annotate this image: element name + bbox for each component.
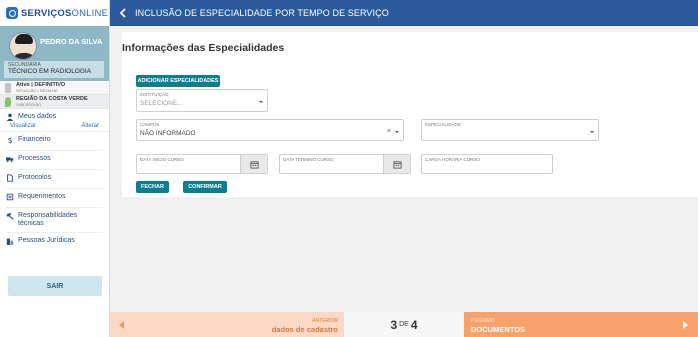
logout-button[interactable]: SAIR xyxy=(8,276,102,296)
page-title: INCLUSÃO DE ESPECIALIDADE POR TEMPO DE S… xyxy=(135,8,389,18)
user-name: PEDRO DA SILVA xyxy=(40,37,103,46)
role-value: TÉCNICO EM RADIOLOGIA xyxy=(8,68,92,75)
carga-horaria-field[interactable]: CARGA HORÁRIA CURSO xyxy=(421,154,553,174)
especialidade-select[interactable]: ESPECIALIDADE xyxy=(421,119,599,141)
logo-icon xyxy=(6,7,18,19)
sidebar-item-protocolos[interactable]: Protocolos xyxy=(6,170,103,189)
step-of-label: DE xyxy=(399,321,409,328)
next-step-small: PRÓXIMO xyxy=(471,318,495,324)
sidebar-menu: Meus dados Visualizar Alterar $ Financei… xyxy=(0,109,109,252)
chevron-down-icon xyxy=(395,131,399,133)
avatar xyxy=(9,32,37,60)
campus-value: NÃO INFORMADO xyxy=(140,130,196,137)
svg-text:$: $ xyxy=(8,136,13,144)
user-icon xyxy=(6,113,14,121)
arrow-left-icon xyxy=(119,321,124,329)
logo-primary-text: SERVIÇOS xyxy=(21,7,72,19)
app-logo[interactable]: SERVIÇOS ONLINE xyxy=(0,0,109,26)
region-row: REGIÃO DA COSTA VERDE SUB-REGIÃO xyxy=(0,95,109,109)
calendar-icon[interactable] xyxy=(383,155,410,173)
campus-label: CAMPUS xyxy=(140,122,160,127)
status-row: Ativo | DEFINITIVO SITUAÇÃO | DETALHE xyxy=(0,81,109,95)
calendar-icon[interactable] xyxy=(240,155,267,173)
status-sub: SITUAÇÃO | DETALHE xyxy=(16,88,58,93)
confirmar-button[interactable]: CONFIRMAR xyxy=(183,181,227,193)
region-sub: SUB-REGIÃO xyxy=(16,102,42,107)
current-step: 3 xyxy=(390,317,398,332)
arrow-right-icon xyxy=(683,321,688,329)
sidebar-item-processos[interactable]: Processos xyxy=(6,151,103,170)
sidebar-item-label: Pessoas Jurídicas xyxy=(18,237,75,244)
building-icon xyxy=(6,238,14,245)
campus-select[interactable]: CAMPUS NÃO INFORMADO × xyxy=(136,119,404,141)
form-icon xyxy=(6,193,14,201)
previous-step-small: ANTERIOR xyxy=(312,318,338,324)
logo-secondary-text: ONLINE xyxy=(71,7,109,19)
data-inicio-field[interactable]: DATA INÍCIO CURSO xyxy=(136,154,268,174)
app-root: SERVIÇOS ONLINE PEDRO DA SILVA SECUNDÁRIA… xyxy=(0,0,698,337)
chevron-down-icon xyxy=(259,101,263,103)
sidebar-item-label: Meus dados xyxy=(18,113,57,120)
chevron-down-icon xyxy=(590,131,594,133)
sidebar-item-responsabilidades[interactable]: Responsabilidades técnicas xyxy=(6,208,103,233)
data-termino-field[interactable]: DATA TÉRMINO CURSO xyxy=(279,154,411,174)
user-profile-card: PEDRO DA SILVA SECUNDÁRIA TÉCNICO EM RAD… xyxy=(0,26,109,81)
close-icon[interactable]: × xyxy=(387,128,391,135)
dollar-icon: $ xyxy=(8,136,13,144)
especialidade-label: ESPECIALIDADE xyxy=(425,122,461,127)
sidebar-item-label: Financeiro xyxy=(18,136,51,143)
sidebar-item-label: Processos xyxy=(18,155,51,162)
chevron-left-icon[interactable] xyxy=(118,8,128,18)
file-icon xyxy=(7,174,13,182)
sidebar-item-label: Responsabilidades técnicas xyxy=(18,212,78,227)
gavel-icon xyxy=(6,212,14,220)
status-main: Ativo | DEFINITIVO xyxy=(16,82,66,88)
total-steps: 4 xyxy=(410,317,418,332)
role-box: SECUNDÁRIA TÉCNICO EM RADIOLOGIA xyxy=(4,61,104,78)
data-termino-label: DATA TÉRMINO CURSO xyxy=(283,157,334,162)
region-main: REGIÃO DA COSTA VERDE xyxy=(16,96,88,102)
add-especialidades-button[interactable]: ADICIONAR ESPECIALIDADES xyxy=(136,75,220,87)
sidebar-item-label: Protocolos xyxy=(18,174,52,181)
section-title: Informações das Especialidades xyxy=(122,42,285,54)
previous-step-label: dados de cadastro xyxy=(271,325,338,334)
step-indicator: 3 DE 4 xyxy=(344,312,464,337)
alterar-link[interactable]: Alterar xyxy=(81,123,99,129)
instituicao-label: INSTITUIÇÃO xyxy=(140,92,169,97)
status-indicator-icon xyxy=(5,83,11,93)
sidebar-item-financeiro[interactable]: $ Financeiro xyxy=(6,132,103,151)
fechar-button[interactable]: FECHAR xyxy=(136,181,169,193)
visualizar-link[interactable]: Visualizar xyxy=(10,123,36,129)
especialidades-panel: Informações das Especialidades ADICIONAR… xyxy=(122,32,698,197)
step-navigation: ANTERIOR dados de cadastro 3 DE 4 PRÓXIM… xyxy=(110,312,698,337)
instituicao-placeholder: SELECIONE... xyxy=(140,100,183,107)
map-pin-icon xyxy=(5,97,11,107)
sidebar: SERVIÇOS ONLINE PEDRO DA SILVA SECUNDÁRIA… xyxy=(0,0,110,337)
sidebar-item-pessoas-juridicas[interactable]: Pessoas Jurídicas xyxy=(6,233,103,252)
next-step-button[interactable]: PRÓXIMO DOCUMENTOS xyxy=(464,312,698,337)
sidebar-item-label: Requerimentos xyxy=(18,193,66,200)
instituicao-select[interactable]: INSTITUIÇÃO SELECIONE... xyxy=(136,89,268,112)
meus-dados-links: Visualizar Alterar xyxy=(0,123,109,132)
top-bar: INCLUSÃO DE ESPECIALIDADE POR TEMPO DE S… xyxy=(110,0,698,26)
data-inicio-label: DATA INÍCIO CURSO xyxy=(140,157,184,162)
sidebar-item-requerimentos[interactable]: Requerimentos xyxy=(6,189,103,208)
carga-horaria-label: CARGA HORÁRIA CURSO xyxy=(425,157,480,162)
sidebar-item-meus-dados[interactable]: Meus dados xyxy=(6,109,103,123)
truck-icon xyxy=(6,157,14,163)
previous-step-button[interactable]: ANTERIOR dados de cadastro xyxy=(110,312,344,337)
next-step-label: DOCUMENTOS xyxy=(471,325,526,334)
